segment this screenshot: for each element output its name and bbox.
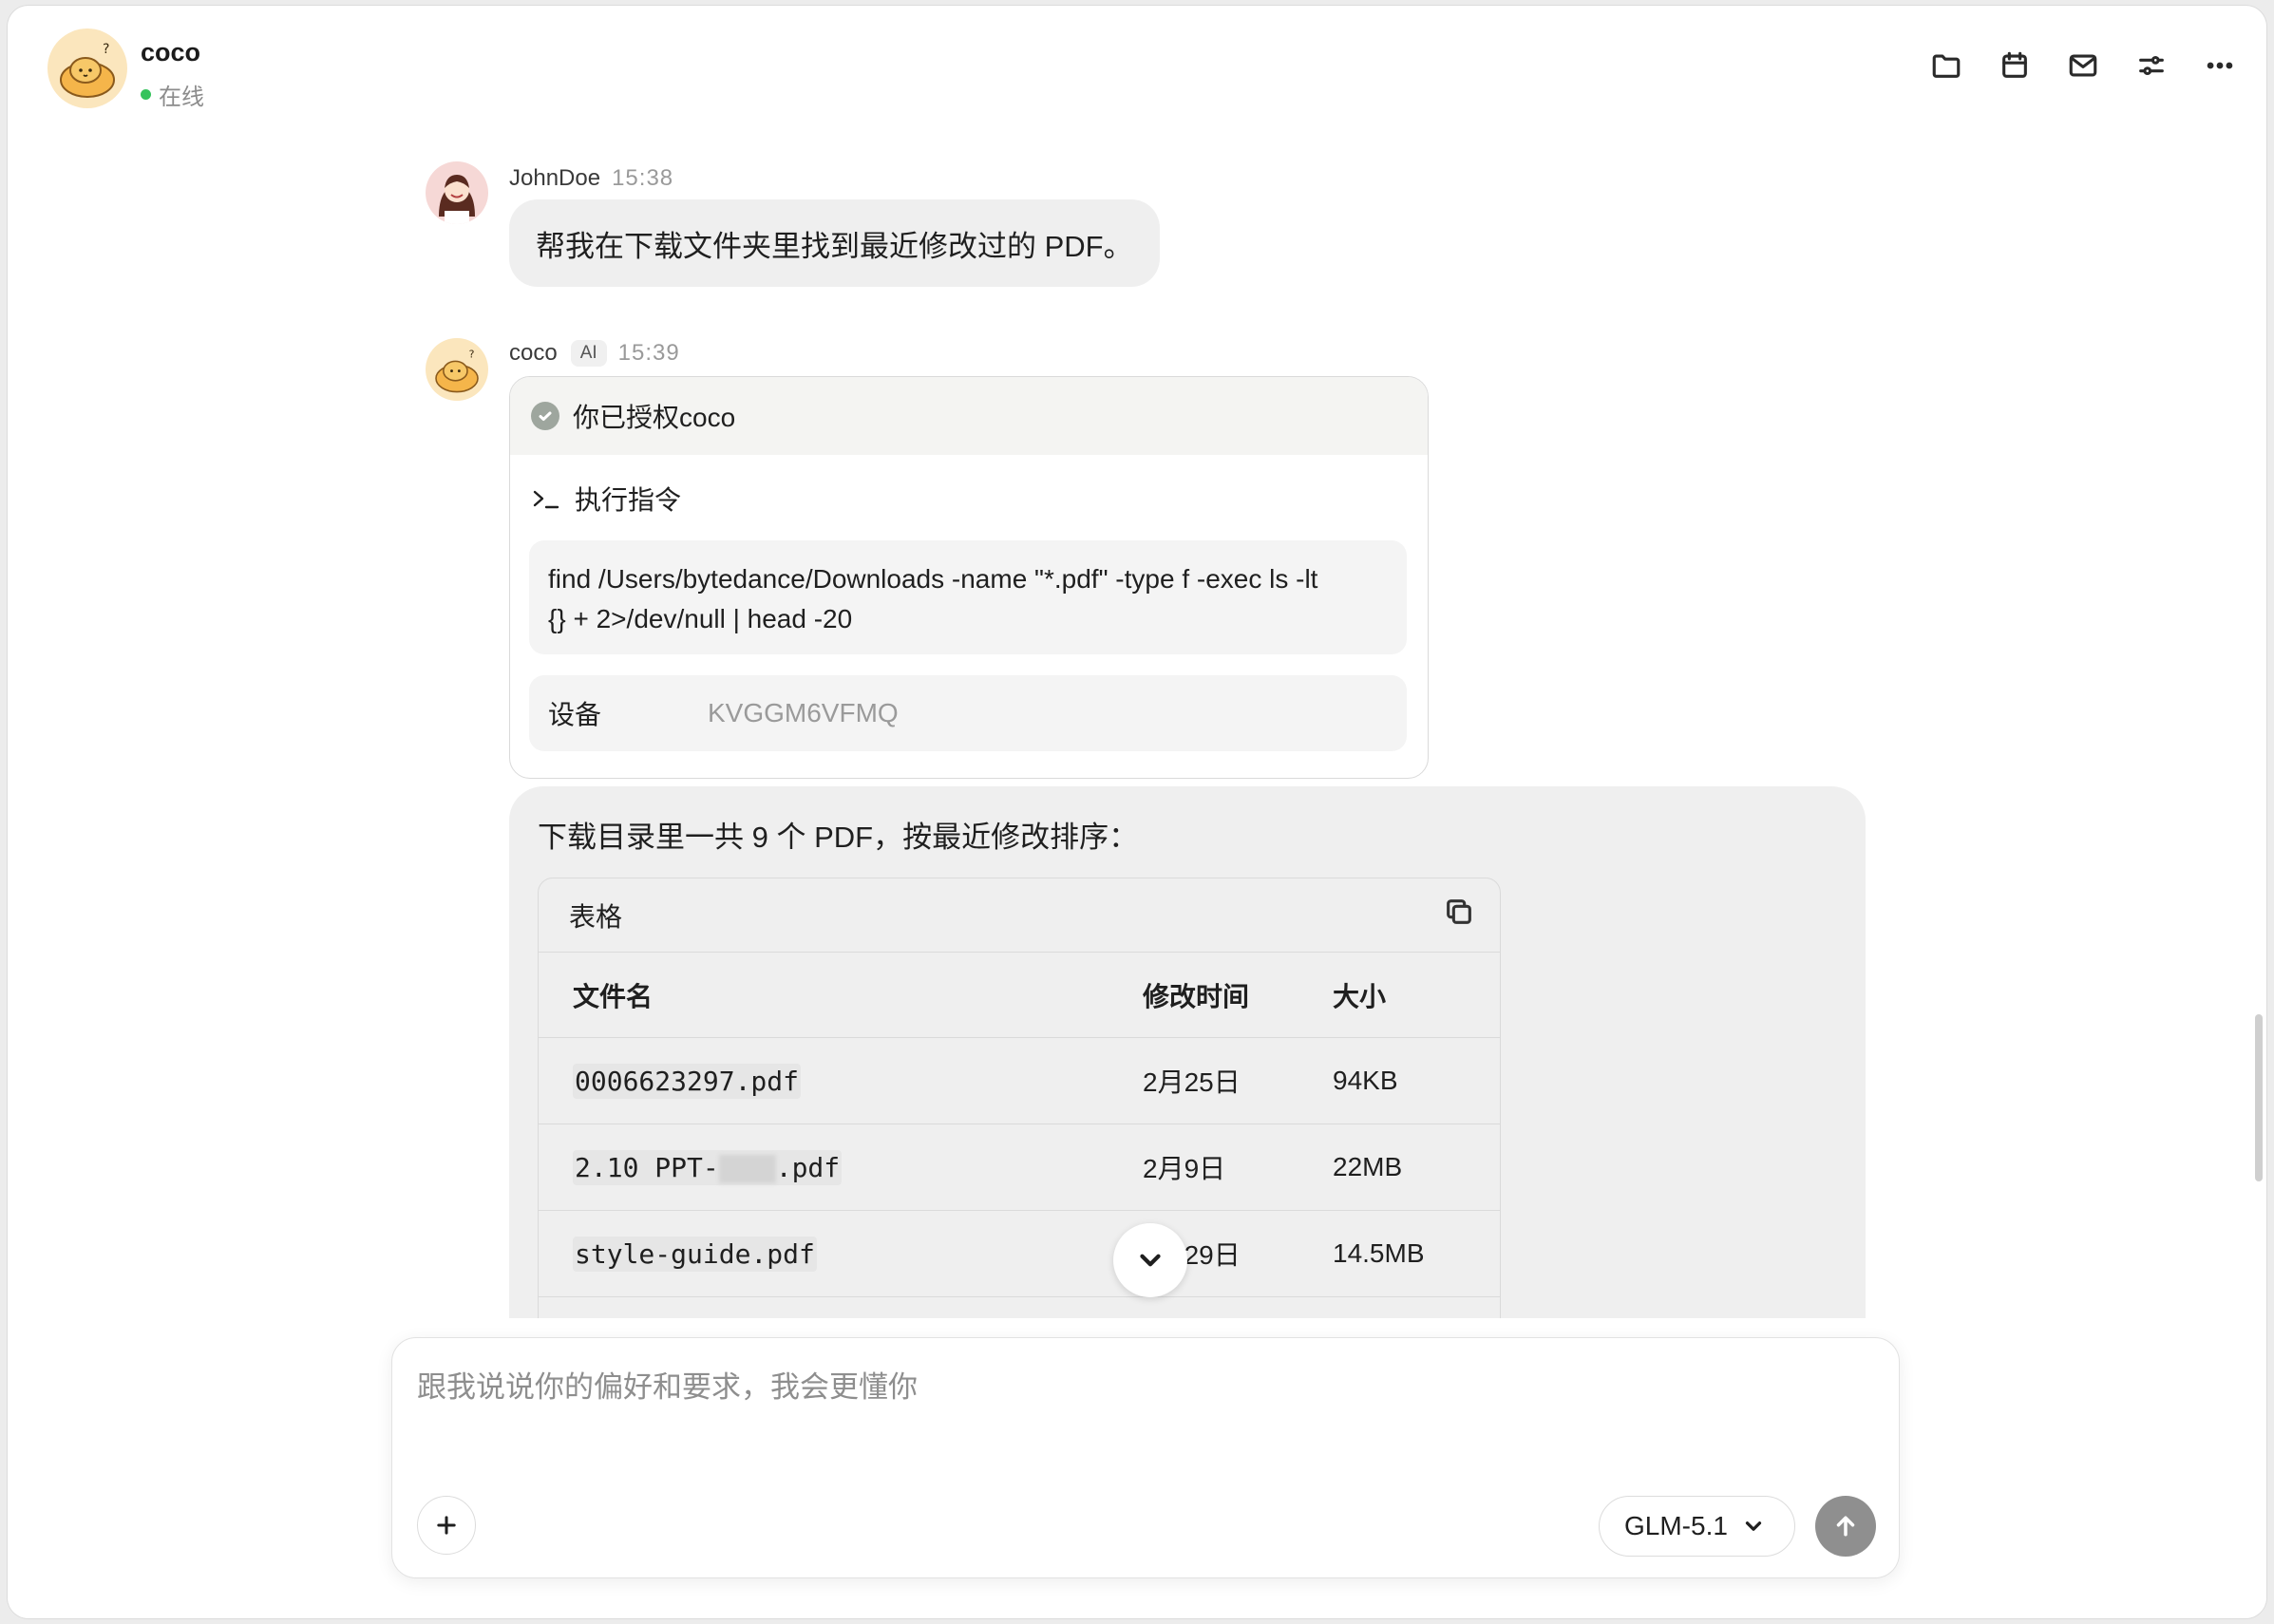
device-label: 设备 [548, 700, 602, 729]
agent-status: 在线 [141, 78, 204, 111]
user-avatar[interactable] [426, 161, 488, 224]
table-card-header: 表格 [539, 878, 1500, 953]
user-message-meta: JohnDoe 15:38 [509, 165, 673, 192]
calendar-icon [2002, 51, 2027, 78]
scrollbar[interactable] [2255, 1014, 2263, 1181]
command-line-2: {} + 2>/dev/null | head -20 [548, 604, 853, 633]
user-message-bubble: 帮我在下载文件夹里找到最近修改过的 PDF。 [509, 199, 1160, 287]
user-time: 15:38 [612, 165, 674, 191]
device-value: KVGGM6VFMQ [708, 698, 899, 727]
table-title: 表格 [569, 901, 623, 932]
header-toolbar [1924, 44, 2242, 87]
agent-name: coco [141, 38, 201, 66]
terminal-icon [531, 484, 563, 513]
mail-icon [2069, 54, 2097, 77]
ai-message-meta: coco AI 15:39 [509, 340, 680, 367]
device-row: 设备 KVGGM6VFMQ [529, 675, 1407, 751]
more-button[interactable] [2198, 44, 2242, 87]
check-circle-icon [531, 402, 559, 430]
column-header-modified: 修改时间 [1143, 981, 1250, 1011]
online-dot [141, 89, 151, 100]
scroll-to-bottom-button[interactable] [1113, 1223, 1187, 1297]
folder-icon [1932, 54, 1961, 78]
arrow-up-icon [1836, 1516, 1855, 1537]
copy-icon [1447, 899, 1471, 924]
table-row: 2.10 PPT- .pdf 2月9日 22MB [539, 1124, 1500, 1211]
chevron-down-icon [1745, 1521, 1762, 1531]
agent-avatar[interactable]: ? [47, 28, 127, 108]
svg-text:?: ? [103, 42, 109, 57]
file-modified: 2月9日 [1143, 1154, 1226, 1183]
execute-command-row: 执行指令 [531, 480, 681, 518]
mail-button[interactable] [2061, 44, 2105, 87]
authorization-card: 你已授权coco 执行指令 find /Users/bytedance/Down… [509, 376, 1429, 779]
settings-button[interactable] [2130, 44, 2173, 87]
settings-sliders-icon [2139, 55, 2164, 76]
table-header-row: 文件名 修改时间 大小 [539, 953, 1500, 1038]
file-modified: 2月25日 [1143, 1067, 1241, 1097]
svg-text:?: ? [469, 348, 475, 360]
file-size: 14.5MB [1333, 1238, 1425, 1268]
more-icon [2207, 62, 2233, 69]
file-name: 2.10 PPT- .pdf [573, 1149, 843, 1185]
authorization-header[interactable]: 你已授权coco [510, 377, 1428, 455]
message-composer: GLM-5.1 [391, 1337, 1900, 1578]
table-row: style-guide.pdf 1月29日 14.5MB [539, 1211, 1500, 1297]
command-block: find /Users/bytedance/Downloads -name "*… [529, 540, 1407, 654]
command-line-1: find /Users/bytedance/Downloads -name "*… [548, 564, 1318, 594]
execute-label: 执行指令 [575, 485, 682, 515]
model-name: GLM-5.1 [1624, 1511, 1728, 1540]
authorization-title: 你已授权coco [573, 403, 736, 432]
calendar-button[interactable] [1993, 44, 2037, 87]
user-author: JohnDoe [509, 165, 601, 191]
message-input[interactable] [417, 1370, 1842, 1405]
status-text: 在线 [159, 85, 204, 110]
app-window: ? coco 在线 JohnDoe 15:38 帮我在下载文件夹里找到最近修改过… [8, 6, 2266, 1618]
plus-icon [437, 1516, 456, 1535]
file-size: 94KB [1333, 1066, 1398, 1095]
file-size: 22MB [1333, 1152, 1403, 1181]
folder-button[interactable] [1924, 44, 1968, 87]
column-header-size: 大小 [1333, 981, 1387, 1011]
file-name: style-guide.pdf [573, 1236, 817, 1272]
ai-author: coco [509, 340, 558, 366]
chevron-down-icon [1140, 1254, 1161, 1267]
reply-text: 下载目录里一共 9 个 PDF，按最近修改排序： [538, 821, 1139, 854]
column-header-filename: 文件名 [573, 981, 654, 1011]
add-attachment-button[interactable] [417, 1496, 476, 1555]
file-name: 0006623297.pdf [573, 1063, 802, 1099]
copy-button[interactable] [1443, 896, 1475, 935]
file-name-prefix: 2.10 PPT- [575, 1151, 719, 1183]
chat-header: ? coco 在线 [8, 6, 2266, 129]
ai-time: 15:39 [617, 340, 680, 366]
ai-badge: AI [570, 340, 607, 367]
ai-avatar[interactable]: ? [426, 338, 488, 401]
model-selector[interactable]: GLM-5.1 [1599, 1496, 1795, 1557]
redacted-text [718, 1154, 776, 1183]
send-button[interactable] [1815, 1496, 1876, 1557]
file-name-suffix: .pdf [775, 1151, 841, 1183]
table-row: 0006623297.pdf 2月25日 94KB [539, 1038, 1500, 1124]
